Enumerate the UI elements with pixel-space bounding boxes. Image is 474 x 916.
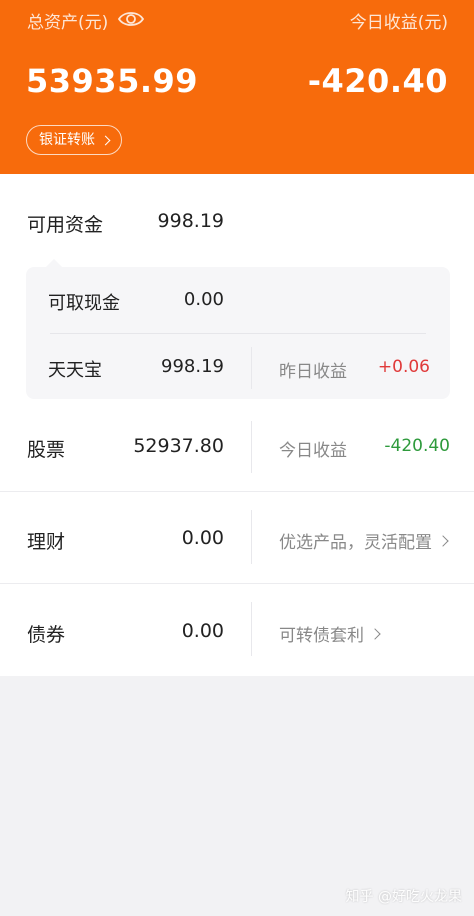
total-assets-value: 53935.99 [26, 62, 199, 100]
chevron-right-icon [100, 135, 111, 145]
total-assets-label: 总资产(元) [27, 13, 109, 33]
bank-transfer-button[interactable]: 银证转账 [26, 125, 122, 155]
stocks-label: 股票 [27, 439, 66, 461]
withdrawable-cash-label: 可取现金 [48, 293, 120, 314]
divider [251, 347, 252, 389]
stocks-today-label: 今日收益 [279, 441, 347, 461]
stocks-value: 52937.80 [133, 435, 224, 457]
divider [251, 602, 252, 656]
today-earnings-value: -420.40 [307, 62, 448, 100]
asset-header: 总资产(元) 今日收益(元) 53935.99 -420.40 银证转账 [0, 0, 474, 174]
tiantianbao-value: 998.19 [161, 356, 224, 377]
divider [251, 510, 252, 564]
bonds-label: 债券 [27, 624, 66, 646]
bonds-value: 0.00 [181, 620, 224, 642]
eye-icon[interactable] [118, 8, 144, 30]
convertible-bond-link[interactable]: 可转债套利 [279, 621, 381, 646]
chevron-right-icon [369, 627, 381, 640]
wealth-label: 理财 [27, 531, 66, 553]
chevron-right-icon [437, 534, 449, 547]
available-funds-value: 998.19 [157, 210, 224, 232]
wealth-products-link-text: 优选产品，灵活配置 [279, 533, 432, 553]
wealth-value: 0.00 [181, 527, 224, 549]
asset-detail-panel: 可用资金 998.19 可取现金 0.00 天天宝 998.19 昨日收益 +0… [0, 174, 474, 676]
bank-transfer-label: 银证转账 [39, 132, 95, 148]
watermark: 知乎 @好吃火龙果 [345, 889, 462, 905]
divider [0, 583, 474, 584]
wealth-products-link[interactable]: 优选产品，灵活配置 [279, 528, 449, 553]
today-earnings-label: 今日收益(元) [349, 13, 448, 33]
withdrawable-cash-value: 0.00 [183, 289, 224, 310]
divider [0, 491, 474, 492]
funds-breakdown: 可取现金 0.00 天天宝 998.19 昨日收益 +0.06 [26, 259, 450, 399]
divider [251, 421, 252, 473]
convertible-bond-link-text: 可转债套利 [279, 626, 364, 646]
divider [50, 333, 426, 334]
tiantianbao-label: 天天宝 [48, 360, 102, 381]
stocks-today-value: -420.40 [384, 436, 450, 456]
yesterday-earnings-value: +0.06 [377, 357, 430, 377]
available-funds-label: 可用资金 [27, 214, 104, 236]
yesterday-earnings-label: 昨日收益 [279, 362, 347, 382]
